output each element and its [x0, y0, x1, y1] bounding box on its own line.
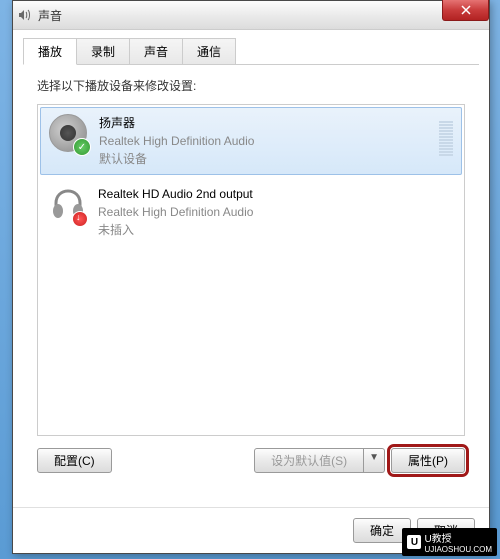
- device-description: Realtek High Definition Audio: [98, 203, 454, 221]
- tab-recording[interactable]: 录制: [76, 38, 130, 64]
- tab-playback[interactable]: 播放: [23, 38, 77, 65]
- device-item-headphones[interactable]: Realtek HD Audio 2nd output Realtek High…: [38, 177, 464, 247]
- watermark-text1: U教授: [424, 530, 492, 545]
- tabs: 播放 录制 声音 通信: [23, 38, 479, 65]
- headphone-icon: [48, 185, 88, 225]
- tab-communications[interactable]: 通信: [182, 38, 236, 64]
- sound-icon: [17, 7, 33, 23]
- configure-button[interactable]: 配置(C): [37, 448, 112, 473]
- watermark-icon: U: [407, 535, 421, 549]
- watermark-text2: UJIAOSHOU.COM: [424, 545, 492, 554]
- tab-content: 选择以下播放设备来修改设置: ✓ 扬声器 Realtek High Defini…: [23, 65, 479, 485]
- device-info: 扬声器 Realtek High Definition Audio 默认设备: [99, 114, 429, 168]
- speaker-icon: ✓: [49, 114, 89, 154]
- instruction-text: 选择以下播放设备来修改设置:: [37, 77, 465, 94]
- set-default-dropdown[interactable]: ▼: [364, 448, 385, 473]
- set-default-button[interactable]: 设为默认值(S): [254, 448, 364, 473]
- device-info: Realtek HD Audio 2nd output Realtek High…: [98, 185, 454, 239]
- tabs-container: 播放 录制 声音 通信 选择以下播放设备来修改设置: ✓ 扬声器 Realtek…: [13, 30, 489, 485]
- level-meter: [439, 114, 453, 156]
- tab-sounds[interactable]: 声音: [129, 38, 183, 64]
- device-item-speakers[interactable]: ✓ 扬声器 Realtek High Definition Audio 默认设备: [40, 107, 462, 175]
- default-check-badge: ✓: [73, 138, 91, 156]
- sound-settings-window: 声音 播放 录制 声音 通信 选择以下播放设备来修改设置: ✓ 扬声器: [12, 0, 490, 554]
- device-name: Realtek HD Audio 2nd output: [98, 185, 454, 203]
- device-list[interactable]: ✓ 扬声器 Realtek High Definition Audio 默认设备: [37, 104, 465, 436]
- device-status: 默认设备: [99, 150, 429, 168]
- window-title: 声音: [38, 7, 62, 24]
- watermark: U U教授 UJIAOSHOU.COM: [402, 528, 497, 556]
- close-button[interactable]: [442, 0, 489, 21]
- titlebar: 声音: [13, 1, 489, 30]
- device-status: 未插入: [98, 221, 454, 239]
- device-description: Realtek High Definition Audio: [99, 132, 429, 150]
- set-default-split-button: 设为默认值(S) ▼: [254, 448, 385, 473]
- action-button-row: 配置(C) 设为默认值(S) ▼ 属性(P): [37, 448, 465, 473]
- device-name: 扬声器: [99, 114, 429, 132]
- unplugged-badge: [72, 211, 88, 227]
- properties-button[interactable]: 属性(P): [391, 448, 465, 473]
